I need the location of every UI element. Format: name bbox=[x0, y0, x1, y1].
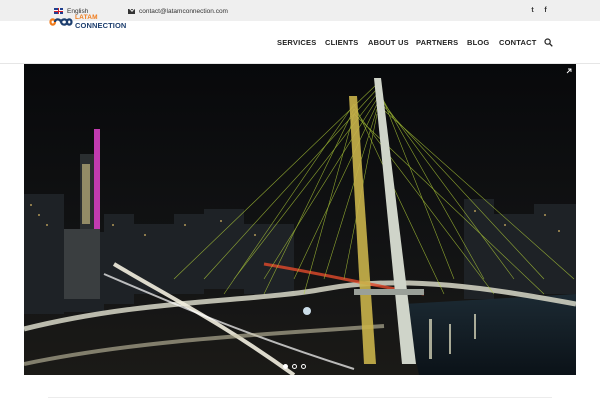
expand-icon[interactable] bbox=[565, 68, 572, 75]
content-divider bbox=[48, 397, 552, 398]
nav-about-us[interactable]: ABOUT US bbox=[368, 38, 409, 47]
hero-slider[interactable] bbox=[24, 64, 576, 375]
search-icon[interactable] bbox=[544, 38, 553, 47]
slider-dot-1[interactable] bbox=[283, 364, 288, 369]
contact-email[interactable]: contact@latamconnection.com bbox=[128, 6, 228, 16]
logo-line-2: CONNECTION bbox=[75, 20, 127, 30]
slider-pagination bbox=[283, 364, 306, 369]
infinity-logo-icon bbox=[49, 18, 73, 26]
nav-services[interactable]: SERVICES bbox=[277, 38, 316, 47]
contact-email-text: contact@latamconnection.com bbox=[139, 7, 228, 15]
hero-image bbox=[24, 64, 576, 375]
logo-text: LATAM CONNECTION bbox=[75, 14, 127, 30]
nav-contact[interactable]: CONTACT bbox=[499, 38, 537, 47]
nav-clients[interactable]: CLIENTS bbox=[325, 38, 358, 47]
slider-dot-2[interactable] bbox=[292, 364, 297, 369]
site-logo[interactable]: LATAM CONNECTION bbox=[49, 14, 126, 30]
envelope-icon bbox=[128, 8, 135, 14]
nav-partners[interactable]: PARTNERS bbox=[416, 38, 458, 47]
twitter-icon[interactable]: t bbox=[526, 4, 539, 17]
slider-dot-3[interactable] bbox=[301, 364, 306, 369]
facebook-icon[interactable]: f bbox=[539, 4, 552, 17]
nav-blog[interactable]: BLOG bbox=[467, 38, 489, 47]
